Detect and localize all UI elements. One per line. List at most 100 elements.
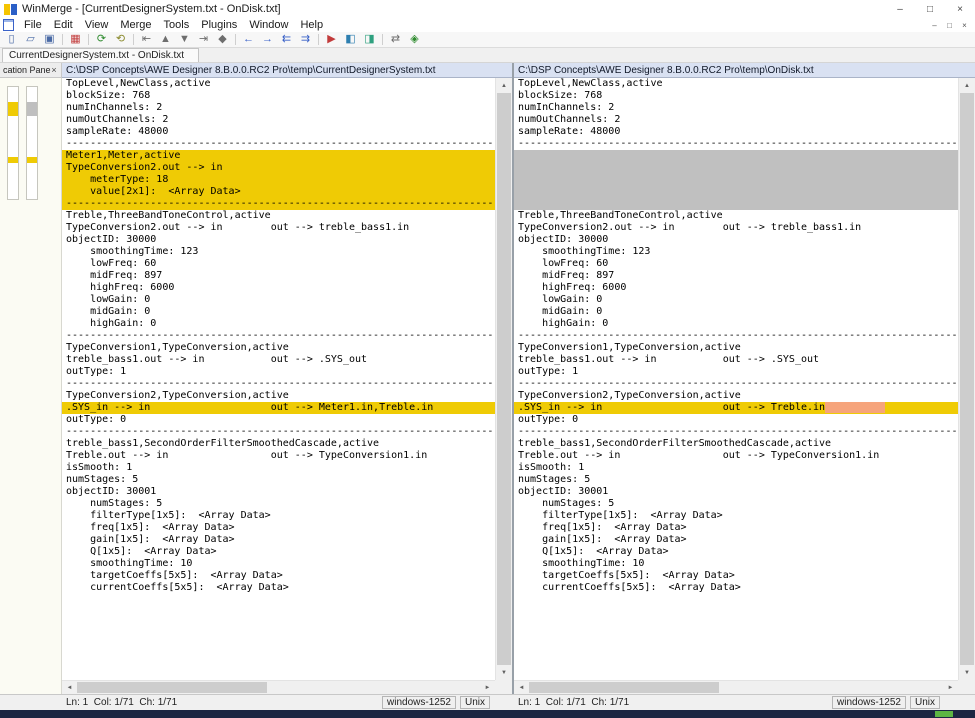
left-vertical-scrollbar[interactable]: ▲ ▼ xyxy=(495,78,512,680)
left-file-editor[interactable]: TopLevel,NewClass,activeblockSize: 768nu… xyxy=(62,78,495,680)
save-button[interactable]: ▣ xyxy=(40,32,59,47)
first-diff-button[interactable]: ⇤ xyxy=(137,32,156,47)
code-line: objectID: 30000 xyxy=(62,234,495,246)
code-line: TopLevel,NewClass,active xyxy=(62,78,495,90)
right-file-path-header: C:\DSP Concepts\AWE Designer 8.B.0.0.RC2… xyxy=(514,63,975,78)
code-line: treble_bass1,SecondOrderFilterSmoothedCa… xyxy=(62,438,495,450)
winmerge-window: WinMerge - [CurrentDesignerSystem.txt - … xyxy=(0,0,975,718)
scroll-right-icon[interactable]: ► xyxy=(480,681,495,694)
separator-line: ----------------------------------------… xyxy=(62,426,495,438)
toolbar-separator xyxy=(382,34,383,45)
right-pane-status: Ln: 1 Col: 1/71 Ch: 1/71 windows-1252 Un… xyxy=(514,695,975,710)
unpacker-plugin-button[interactable]: ◧ xyxy=(341,32,360,47)
code-line: sampleRate: 48000 xyxy=(514,126,958,138)
next-diff-button[interactable]: ▼ xyxy=(175,32,194,47)
ghost-line xyxy=(514,174,958,186)
right-vertical-scrollbar[interactable]: ▲ ▼ xyxy=(958,78,975,680)
code-line: numStages: 5 xyxy=(514,498,958,510)
scroll-left-icon[interactable]: ◄ xyxy=(514,681,529,694)
child-restore-button[interactable]: □ xyxy=(942,19,957,32)
menu-bar: FileEditViewMergeToolsPluginsWindowHelp … xyxy=(0,18,975,32)
menu-help[interactable]: Help xyxy=(294,18,329,32)
code-line: smoothingTime: 10 xyxy=(62,558,495,570)
code-line: TypeConversion1,TypeConversion,active xyxy=(62,342,495,354)
left-horizontal-scrollbar[interactable]: ◄ ► xyxy=(62,680,495,694)
code-line: Q[1x5]: <Array Data> xyxy=(514,546,958,558)
close-button[interactable]: × xyxy=(945,0,975,18)
child-minimize-button[interactable]: – xyxy=(927,19,942,32)
mdi-child-controls: – □ × xyxy=(927,19,975,32)
copy-right-button[interactable]: → xyxy=(258,32,277,47)
code-line: smoothingTime: 10 xyxy=(514,558,958,570)
toolbar-separator xyxy=(88,34,89,45)
left-hscroll-thumb[interactable] xyxy=(77,682,267,693)
code-line: treble_bass1,SecondOrderFilterSmoothedCa… xyxy=(514,438,958,450)
scroll-up-icon[interactable]: ▲ xyxy=(496,78,512,93)
reload-button[interactable]: ⟲ xyxy=(111,32,130,47)
scroll-right-icon[interactable]: ► xyxy=(943,681,958,694)
scroll-down-icon[interactable]: ▼ xyxy=(959,665,975,680)
auto-merge-button[interactable]: ▶ xyxy=(322,32,341,47)
document-icon xyxy=(3,19,14,31)
copy-left-button[interactable]: ← xyxy=(239,32,258,47)
code-line: lowFreq: 60 xyxy=(514,258,958,270)
location-bar-right[interactable] xyxy=(26,86,38,200)
prediffer-plugin-button[interactable]: ◨ xyxy=(360,32,379,47)
code-line: midGain: 0 xyxy=(514,306,958,318)
menu-items: FileEditViewMergeToolsPluginsWindowHelp xyxy=(18,18,329,32)
menu-edit[interactable]: Edit xyxy=(48,18,79,32)
toolbar-separator xyxy=(62,34,63,45)
menu-merge[interactable]: Merge xyxy=(114,18,157,32)
eol-indicator: Unix xyxy=(460,696,490,709)
toolbar: ▯▱▣ ▦ ⟳⟲ ⇤▲▼⇥◆ ←→⇇⇉ ▶◧◨ ⇄◈ xyxy=(0,32,975,48)
window-controls: – □ × xyxy=(885,0,975,18)
code-line: smoothingTime: 123 xyxy=(514,246,958,258)
code-line: numStages: 5 xyxy=(514,474,958,486)
code-line: outType: 0 xyxy=(62,414,495,426)
copy-all-right-button[interactable]: ⇉ xyxy=(296,32,315,47)
menu-window[interactable]: Window xyxy=(243,18,294,32)
current-diff-button[interactable]: ◆ xyxy=(213,32,232,47)
minimize-button[interactable]: – xyxy=(885,0,915,18)
toolbar-separator xyxy=(235,34,236,45)
child-close-button[interactable]: × xyxy=(957,19,972,32)
code-line: objectID: 30001 xyxy=(514,486,958,498)
location-bar-left[interactable] xyxy=(7,86,19,200)
menu-file[interactable]: File xyxy=(18,18,48,32)
plugin-settings-button[interactable]: ◈ xyxy=(405,32,424,47)
location-pane xyxy=(0,78,62,694)
menu-tools[interactable]: Tools xyxy=(158,18,196,32)
prev-diff-button[interactable]: ▲ xyxy=(156,32,175,47)
code-line: targetCoeffs[5x5]: <Array Data> xyxy=(514,570,958,582)
last-diff-button[interactable]: ⇥ xyxy=(194,32,213,47)
location-pane-close-icon[interactable]: × xyxy=(48,64,60,76)
menu-plugins[interactable]: Plugins xyxy=(195,18,243,32)
ghost-line xyxy=(514,186,958,198)
menu-view[interactable]: View xyxy=(79,18,115,32)
tab-comparison[interactable]: CurrentDesignerSystem.txt - OnDisk.txt xyxy=(2,48,199,62)
right-horizontal-scrollbar[interactable]: ◄ ► xyxy=(514,680,958,694)
refresh-button[interactable]: ⟳ xyxy=(92,32,111,47)
scroll-down-icon[interactable]: ▼ xyxy=(496,665,512,680)
new-button[interactable]: ▯ xyxy=(2,32,21,47)
taskbar-green-indicator[interactable] xyxy=(935,711,953,717)
maximize-button[interactable]: □ xyxy=(915,0,945,18)
open-button[interactable]: ▱ xyxy=(21,32,40,47)
right-file-editor[interactable]: TopLevel,NewClass,activeblockSize: 768nu… xyxy=(514,78,958,680)
scroll-left-icon[interactable]: ◄ xyxy=(62,681,77,694)
swap-panes-button[interactable]: ⇄ xyxy=(386,32,405,47)
right-vscroll-thumb[interactable] xyxy=(960,93,974,665)
right-hscroll-thumb[interactable] xyxy=(529,682,719,693)
code-line: value[2x1]: <Array Data> xyxy=(62,186,495,198)
left-vscroll-thumb[interactable] xyxy=(497,93,511,665)
scroll-up-icon[interactable]: ▲ xyxy=(959,78,975,93)
code-line: filterType[1x5]: <Array Data> xyxy=(514,510,958,522)
copy-all-left-button[interactable]: ⇇ xyxy=(277,32,296,47)
code-line: highFreq: 6000 xyxy=(514,282,958,294)
cursor-position: Ln: 1 Col: 1/71 Ch: 1/71 xyxy=(62,697,378,708)
options-button[interactable]: ▦ xyxy=(66,32,85,47)
separator-line: ----------------------------------------… xyxy=(514,426,958,438)
pane-splitter[interactable] xyxy=(512,63,514,694)
code-line: Treble.out --> in out --> TypeConversion… xyxy=(62,450,495,462)
separator-line: ----------------------------------------… xyxy=(62,378,495,390)
